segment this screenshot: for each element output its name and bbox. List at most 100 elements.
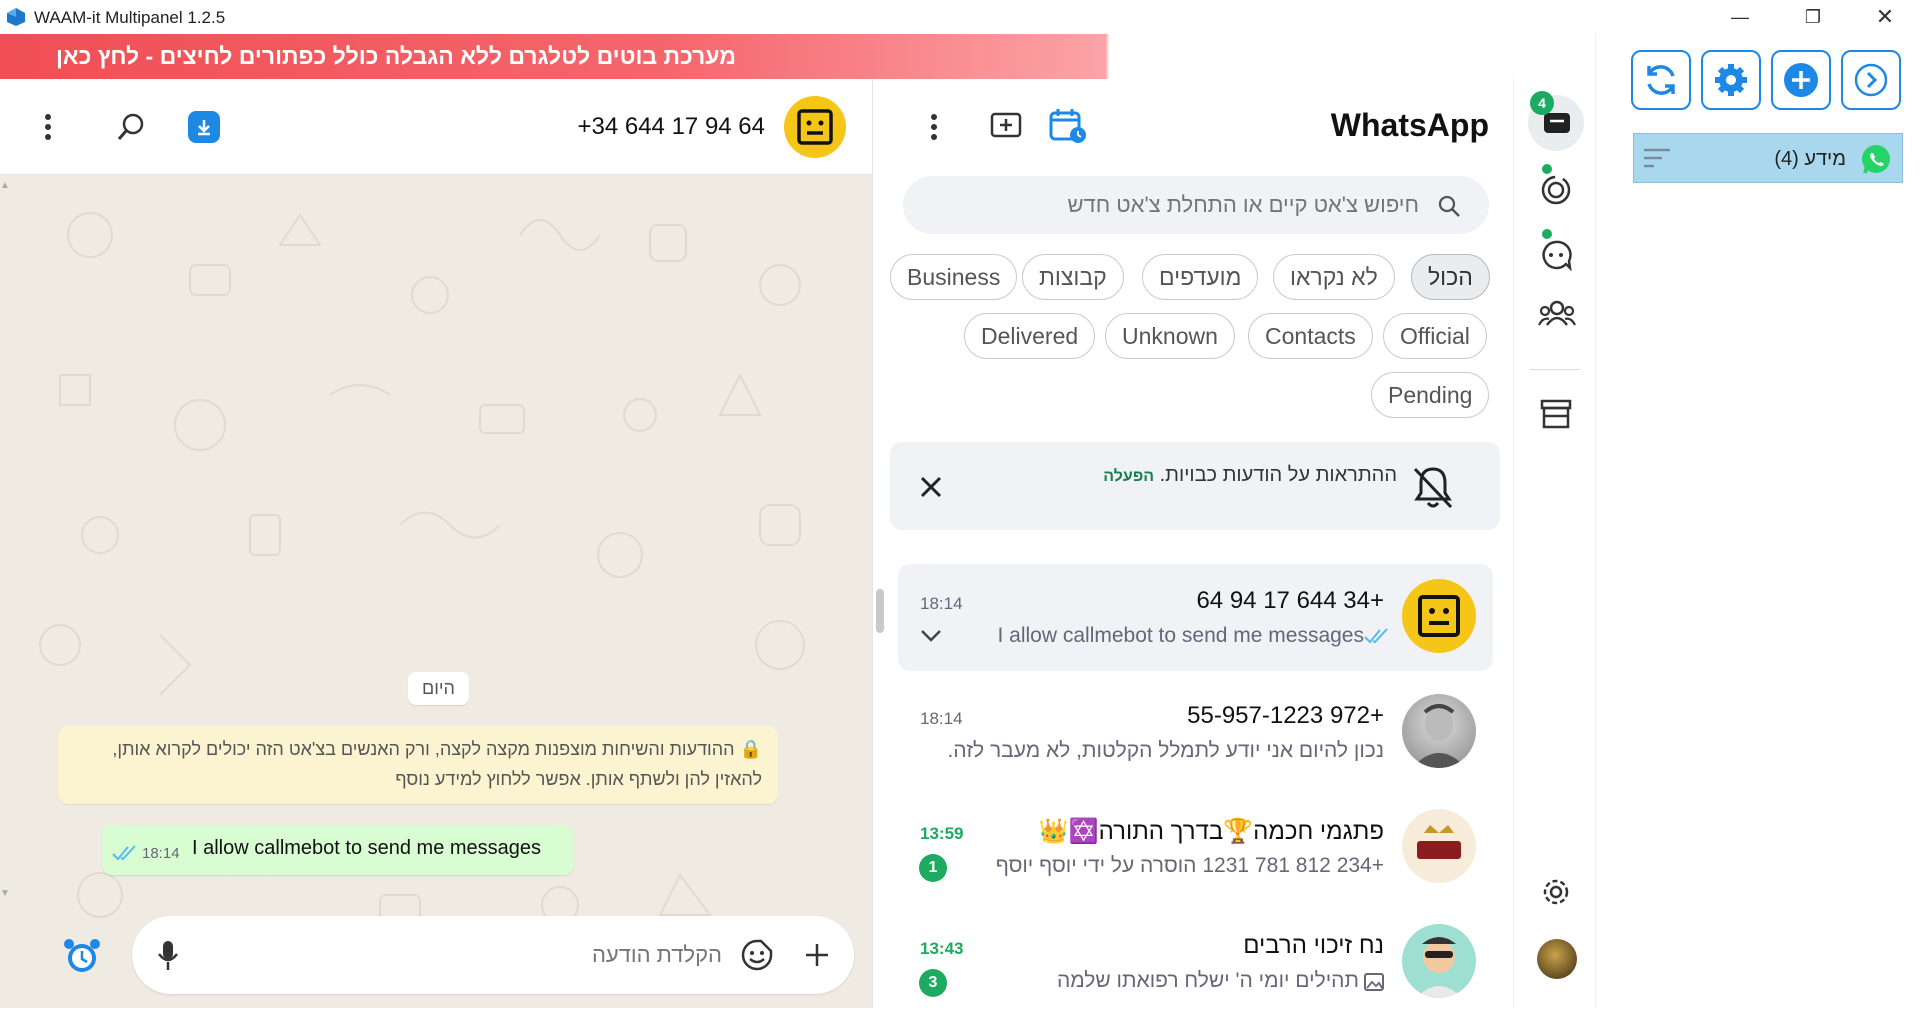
add-account-button[interactable]	[1771, 50, 1831, 110]
chat-preview: נכון להיום אני יודע לתמלל הקלטות, לא מעב…	[947, 739, 1384, 762]
search-input[interactable]	[939, 188, 1419, 222]
whatsapp-icon	[1862, 145, 1890, 174]
close-notice-icon[interactable]	[920, 476, 942, 498]
enable-notifications-link[interactable]: הפעלה	[1103, 468, 1154, 485]
chat-row[interactable]: +34 644 17 94 64 I allow callmebot to se…	[898, 564, 1493, 671]
search-icon	[1438, 195, 1460, 217]
account-tab[interactable]: מידע (4)	[1633, 133, 1903, 183]
close-window-button[interactable]: ✕	[1855, 0, 1915, 34]
chat-row[interactable]: פתגמי חכמה🏆בדרך התורה✡️👑 +234 812 781 12…	[898, 794, 1493, 901]
chat-time: 18:14	[920, 594, 963, 613]
chat-preview: +234 812 781 1231 הוסרה על ידי יוסף יוסף	[995, 854, 1384, 877]
channels-dot	[1542, 229, 1552, 239]
promo-banner[interactable]: מערכת בוטים לטלגרם ללא הגבלה כולל כפתורי…	[0, 34, 1332, 79]
chat-preview: I allow callmebot to send me messages	[997, 624, 1364, 647]
list-scrollbar[interactable]	[876, 589, 884, 633]
encryption-notice[interactable]: 🔒 ההודעות והשיחות מוצפנות מקצה לקצה, ורק…	[58, 726, 778, 804]
whatsapp-title: WhatsApp	[1330, 107, 1489, 143]
profile-avatar[interactable]	[1537, 939, 1577, 979]
alarm-clock-icon[interactable]	[62, 936, 102, 976]
notice-text: ההתראות על הודעות כבויות. הפעלה	[1103, 464, 1397, 486]
search-box[interactable]	[903, 176, 1489, 234]
chat-name: נח זיכוי הרבים	[1243, 932, 1384, 959]
chat-avatar	[1402, 694, 1476, 768]
filter-pending[interactable]: Pending	[1371, 372, 1490, 418]
settings-icon[interactable]	[1541, 877, 1571, 907]
attach-plus-icon[interactable]	[804, 942, 830, 968]
scroll-down-arrow[interactable]: ▼	[0, 888, 12, 899]
chat-time: 13:43	[920, 939, 964, 958]
image-icon	[1364, 973, 1384, 991]
chat-background-pattern	[39, 212, 805, 926]
settings-button[interactable]	[1701, 50, 1761, 110]
list-menu-icon[interactable]	[928, 111, 940, 143]
refresh-icon	[1647, 65, 1675, 95]
unread-badge: 1	[919, 854, 947, 882]
chevron-down-icon[interactable]	[920, 629, 942, 643]
message-text: I allow callmebot to send me messages	[192, 837, 542, 859]
chat-time: 18:14	[920, 709, 963, 728]
bot-face-icon	[1418, 595, 1460, 637]
notification-notice: ההתראות על הודעות כבויות. הפעלה	[890, 442, 1500, 530]
filter-contacts[interactable]: Contacts	[1248, 313, 1373, 359]
chat-row[interactable]: +972 55-957-1223 נכון להיום אני יודע לתמ…	[898, 679, 1493, 786]
gear-icon	[1715, 64, 1747, 96]
filter-favorites[interactable]: מועדפים	[1142, 254, 1259, 300]
scroll-up-arrow[interactable]: ▲	[0, 180, 12, 191]
chat-name: +972 55-957-1223	[1187, 702, 1384, 729]
chat-name: פתגמי חכמה🏆בדרך התורה✡️👑	[1038, 818, 1384, 845]
nav-chats-badge: 4	[1530, 91, 1554, 115]
filter-business[interactable]: Business	[890, 254, 1018, 300]
status-dot	[1542, 164, 1552, 174]
chat-row[interactable]: נח זיכוי הרבים תהילים יומי ה' ישלח רפואת…	[898, 909, 1493, 1016]
filter-official[interactable]: Official	[1383, 313, 1487, 359]
sticker-icon[interactable]	[740, 938, 774, 972]
filter-all[interactable]: הכול	[1411, 254, 1490, 300]
filter-groups[interactable]: קבוצות	[1022, 254, 1124, 300]
status-icon[interactable]	[1540, 174, 1572, 206]
collapse-panel-button[interactable]	[1841, 50, 1901, 110]
search-icon[interactable]	[115, 111, 147, 143]
chat-header: +34 644 17 94 64	[0, 79, 872, 175]
nav-divider	[1530, 369, 1580, 370]
communities-icon[interactable]	[1538, 299, 1576, 327]
bot-face-icon	[797, 109, 833, 145]
microphone-icon[interactable]	[157, 940, 179, 972]
store-icon[interactable]	[1540, 399, 1572, 429]
refresh-button[interactable]	[1631, 50, 1691, 110]
filter-delivered[interactable]: Delivered	[964, 313, 1096, 359]
minimize-button[interactable]: —	[1710, 0, 1770, 34]
chat-avatar	[1402, 579, 1476, 653]
outgoing-message[interactable]: I allow callmebot to send me messages 18…	[102, 825, 574, 875]
nav-column: 4	[1513, 79, 1595, 1008]
sort-lines-icon[interactable]	[1642, 146, 1672, 170]
multipanel-sidebar: מידע (4)	[1595, 34, 1920, 1008]
app-logo-icon	[7, 8, 25, 26]
app-title: WAAM-it Multipanel 1.2.5	[34, 8, 226, 27]
contact-name[interactable]: +34 644 17 94 64	[577, 113, 765, 141]
more-options-icon[interactable]	[42, 111, 54, 143]
banner-text: מערכת בוטים לטלגרם ללא הגבלה כולל כפתורי…	[55, 43, 736, 69]
contact-avatar[interactable]	[784, 96, 846, 158]
chats-icon	[1544, 113, 1570, 133]
date-chip: היום	[408, 672, 469, 705]
channels-icon[interactable]	[1540, 239, 1572, 271]
banner-cta[interactable]: לחץ כאן	[56, 43, 139, 69]
double-check-icon	[1364, 628, 1388, 644]
chat-preview: תהילים יומי ה' ישלח רפואתו שלמה	[1056, 969, 1359, 992]
message-time: 18:14	[142, 845, 180, 862]
account-label: מידע (4)	[1774, 148, 1846, 170]
message-input[interactable]	[202, 935, 722, 975]
double-check-icon	[112, 845, 136, 861]
chat-list-panel: WhatsApp הכול לא נקראו מועדפים קבוצות Bu…	[872, 79, 1513, 1008]
chat-name: +34 644 17 94 64	[1196, 587, 1384, 614]
unread-badge: 3	[919, 969, 947, 997]
filter-unread[interactable]: לא נקראו	[1273, 254, 1395, 300]
new-chat-icon[interactable]	[990, 112, 1022, 140]
chat-avatar	[1402, 924, 1476, 998]
download-icon[interactable]	[188, 111, 220, 143]
calendar-schedule-icon[interactable]	[1049, 107, 1089, 145]
encryption-text: ההודעות והשיחות מוצפנות מקצה לקצה, ורק ה…	[112, 739, 762, 789]
filter-unknown[interactable]: Unknown	[1105, 313, 1235, 359]
maximize-button[interactable]: ❐	[1783, 0, 1843, 34]
